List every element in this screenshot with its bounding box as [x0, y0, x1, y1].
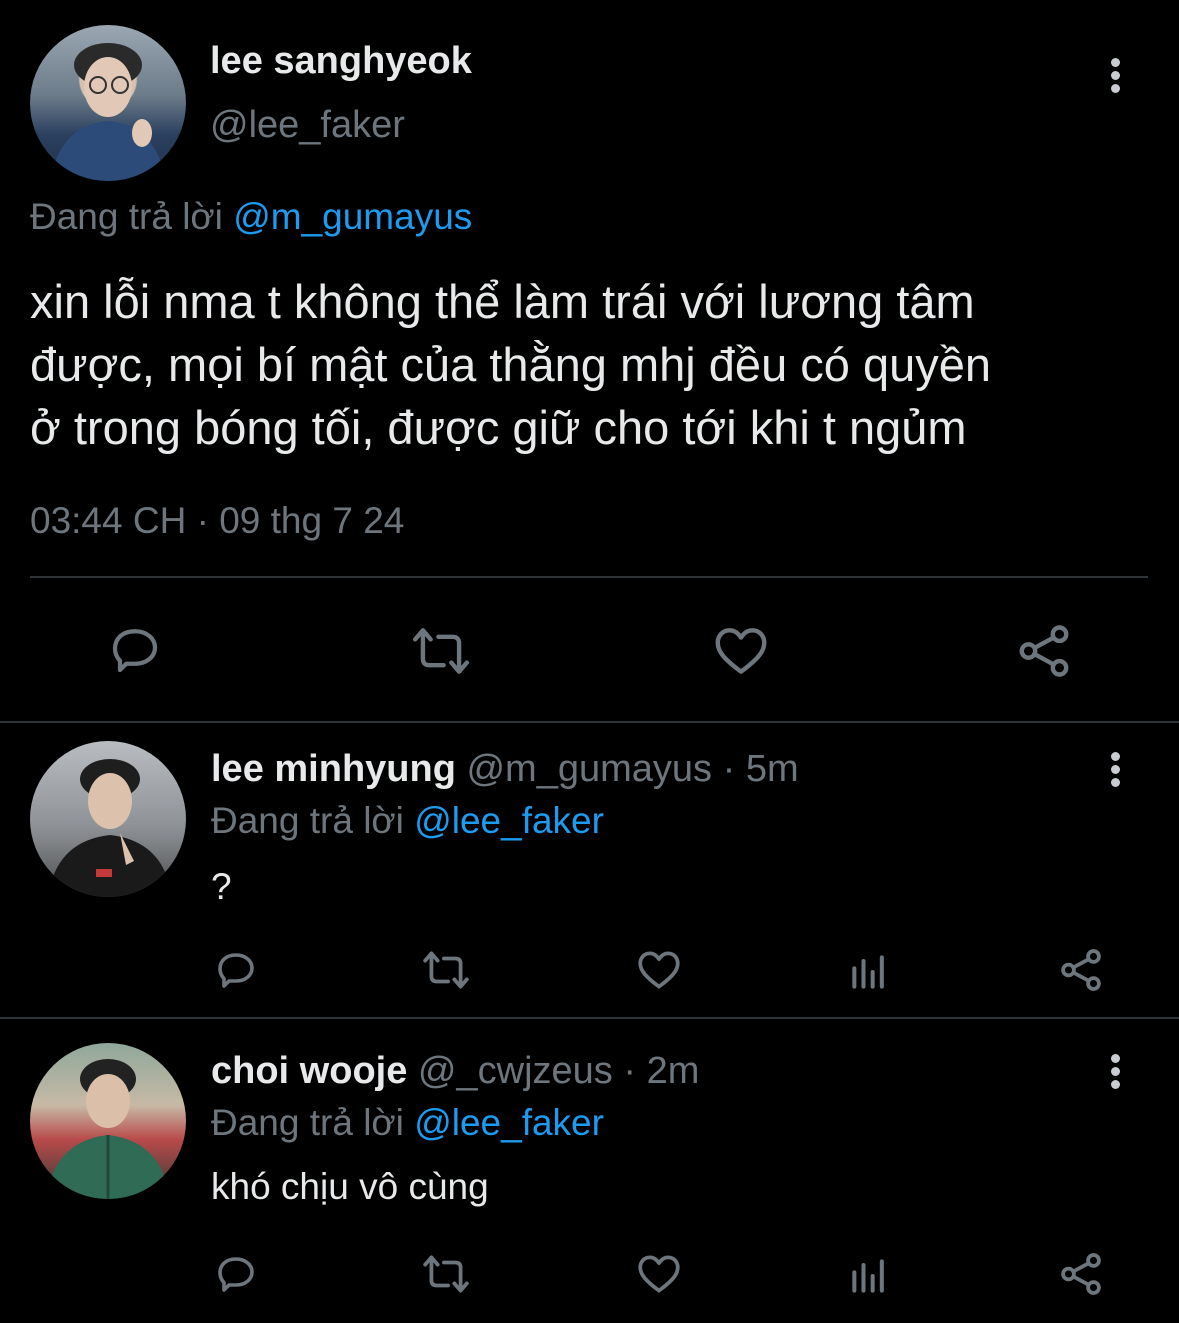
analytics-icon[interactable] [847, 950, 891, 994]
tweet-text: xin lỗi nma t không thể làm trái với lươ… [30, 270, 991, 459]
retweet-icon[interactable] [410, 620, 472, 682]
reply-icon[interactable] [212, 1250, 260, 1298]
author-handle[interactable]: @lee_faker [210, 104, 405, 147]
author-name[interactable]: choi wooje [211, 1050, 407, 1092]
like-icon[interactable] [634, 1249, 684, 1299]
reply-context: Đang trả lời @m_gumayus [30, 196, 472, 238]
author-name[interactable]: lee sanghyeok [210, 40, 472, 83]
share-icon[interactable] [1013, 620, 1075, 682]
more-options-icon[interactable] [1110, 1054, 1120, 1093]
share-icon[interactable] [1056, 1249, 1106, 1299]
tweet-timestamp[interactable]: 03:44 CH · 09 thg 7 24 [30, 500, 404, 542]
analytics-icon[interactable] [847, 1254, 891, 1298]
author-name[interactable]: lee minhyung [211, 748, 456, 790]
retweet-icon[interactable] [421, 1249, 471, 1299]
author-handle[interactable]: @m_gumayus [466, 748, 712, 790]
divider [0, 1017, 1179, 1019]
avatar-photo [50, 43, 166, 181]
tweet-text-line: xin lỗi nma t không thể làm trái với lươ… [30, 275, 975, 328]
reply-text: khó chịu vô cùng [211, 1166, 489, 1207]
reply-icon[interactable] [105, 620, 165, 680]
divider [30, 576, 1148, 578]
avatar[interactable] [30, 25, 186, 181]
reply-to-link[interactable]: @m_gumayus [233, 196, 472, 237]
reply-text: ? [211, 866, 232, 907]
author-handle[interactable]: @_cwjzeus [418, 1050, 613, 1092]
avatar[interactable] [30, 741, 186, 897]
reply-time[interactable]: · 2m [623, 1050, 699, 1092]
avatar-photo [48, 759, 172, 897]
reply-header: lee minhyung @m_gumayus · 5m [211, 748, 799, 791]
more-options-icon[interactable] [1110, 752, 1120, 791]
avatar[interactable] [30, 1043, 186, 1199]
reply-context: Đang trả lời @lee_faker [211, 800, 604, 842]
share-icon[interactable] [1056, 945, 1106, 995]
reply-prefix: Đang trả lời [211, 1102, 404, 1143]
more-options-icon[interactable] [1110, 58, 1120, 97]
divider [0, 721, 1179, 723]
retweet-icon[interactable] [421, 945, 471, 995]
avatar-photo [46, 1059, 170, 1199]
tweet-text-line: được, mọi bí mật của thằng mhj đều có qu… [30, 338, 992, 391]
reply-context: Đang trả lời @lee_faker [211, 1102, 604, 1144]
tweet-text-line: ở trong bóng tối, được giữ cho tới khi t… [30, 401, 967, 454]
reply-header: choi wooje @_cwjzeus · 2m [211, 1050, 699, 1093]
reply-to-link[interactable]: @lee_faker [414, 800, 604, 841]
reply-icon[interactable] [212, 946, 260, 994]
like-icon[interactable] [710, 620, 772, 682]
reply-to-link[interactable]: @lee_faker [414, 1102, 604, 1143]
reply-time[interactable]: · 5m [723, 748, 799, 790]
reply-prefix: Đang trả lời [211, 800, 404, 841]
like-icon[interactable] [634, 945, 684, 995]
reply-prefix: Đang trả lời [30, 196, 223, 237]
